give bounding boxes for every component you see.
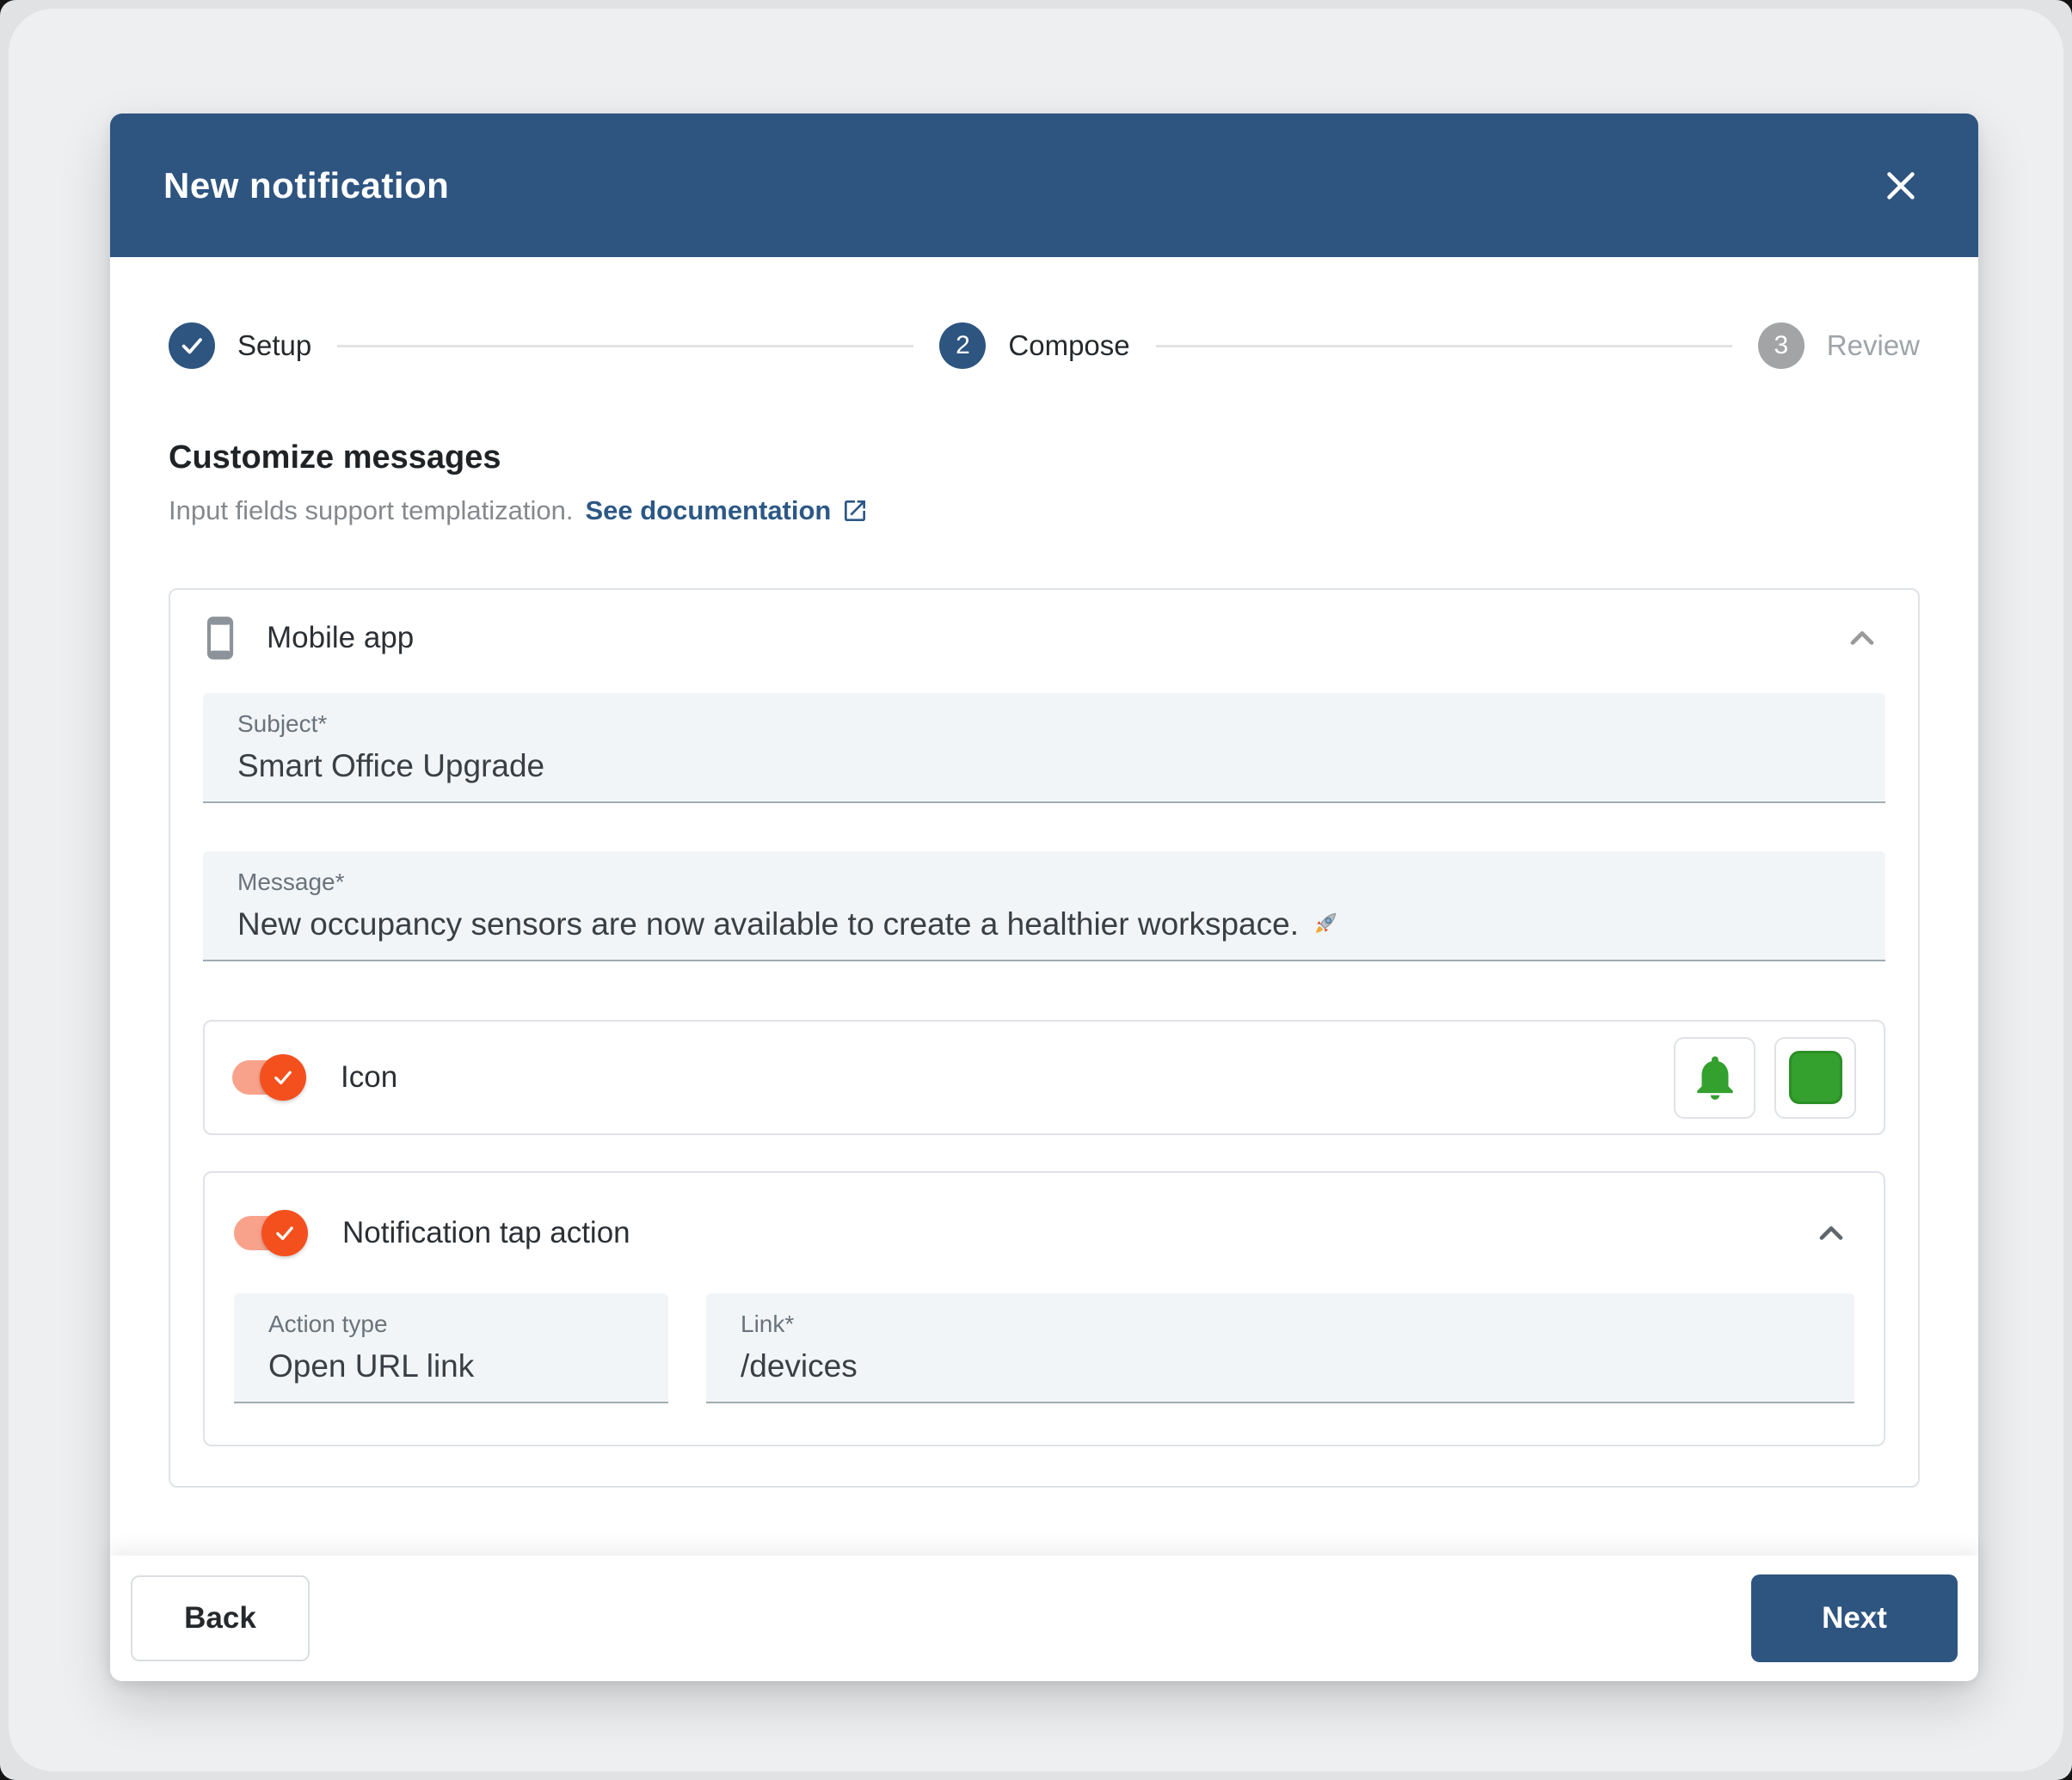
modal-header: New notification (110, 114, 1978, 257)
check-icon (181, 338, 202, 354)
chevron-up-icon (1819, 1226, 1843, 1240)
icon-row-label: Icon (341, 1060, 398, 1094)
smartphone-icon (206, 617, 234, 660)
step-setup[interactable]: Setup (169, 322, 311, 369)
message-label: Message* (237, 869, 345, 895)
stepper-connector (337, 344, 914, 347)
modal-title: New notification (163, 164, 450, 206)
chevron-up-icon (1850, 631, 1874, 645)
notification-icon-button[interactable] (1674, 1036, 1755, 1119)
mobile-app-card: Mobile app Subject* Smart Office Upgrade… (169, 588, 1920, 1488)
see-documentation-label: See documentation (585, 495, 832, 525)
message-value: New occupancy sensors are now available … (237, 906, 1885, 942)
tap-action-row: Notification tap action Action type Open… (203, 1171, 1885, 1446)
step-compose-label: Compose (1008, 329, 1130, 361)
desktop-background: New notification Setup 2 Compose 3 Revie… (0, 0, 2072, 1780)
bell-icon (1696, 1056, 1733, 1100)
stepper-connector (1155, 344, 1732, 347)
external-link-icon (845, 500, 866, 521)
step-review[interactable]: 3 Review (1757, 322, 1920, 369)
modal-body: Setup 2 Compose 3 Review Customize messa… (110, 322, 1978, 1488)
step-setup-label: Setup (237, 329, 312, 361)
step-review-circle: 3 (1757, 322, 1805, 369)
back-button[interactable]: Back (131, 1575, 310, 1661)
check-icon (276, 1226, 293, 1241)
app-surface: New notification Setup 2 Compose 3 Revie… (9, 9, 2063, 1771)
tap-action-header: Notification tap action (234, 1173, 1854, 1293)
subject-value: Smart Office Upgrade (237, 748, 545, 783)
step-compose-circle: 2 (939, 322, 987, 369)
section-subtitle: Input fields support templatization. See… (169, 495, 1920, 526)
tap-action-toggle-thumb (261, 1210, 308, 1256)
link-value: /devices (741, 1348, 858, 1384)
icon-toggle[interactable] (232, 1054, 306, 1101)
step-setup-circle (169, 322, 215, 369)
subtitle-text: Input fields support templatization. (169, 495, 574, 525)
rocket-emoji (1316, 912, 1337, 933)
stepper: Setup 2 Compose 3 Review (169, 322, 1920, 369)
message-field[interactable]: Message* New occupancy sensors are now a… (203, 851, 1885, 961)
action-type-label: Action type (268, 1310, 388, 1337)
subject-field[interactable]: Subject* Smart Office Upgrade (203, 693, 1885, 803)
see-documentation-link[interactable]: See documentation (585, 495, 869, 526)
link-field[interactable]: Link* /devices (706, 1293, 1854, 1403)
close-button[interactable] (1877, 162, 1925, 210)
check-icon (274, 1071, 292, 1085)
step-review-label: Review (1826, 329, 1920, 361)
mobile-app-title: Mobile app (267, 621, 415, 654)
color-swatch (1788, 1051, 1842, 1104)
close-icon (1887, 171, 1915, 199)
link-label: Link* (741, 1310, 795, 1337)
action-type-value: Open URL link (268, 1348, 475, 1384)
icon-option-row: Icon (203, 1020, 1885, 1135)
section-heading-block: Customize messages Input fields support … (169, 439, 1920, 526)
icon-color-button[interactable] (1774, 1036, 1856, 1119)
message-text: New occupancy sensors are now available … (237, 906, 1299, 942)
mobile-app-card-header: Mobile app (203, 590, 1885, 686)
subject-label: Subject* (237, 710, 328, 737)
action-type-select[interactable]: Action type Open URL link (234, 1293, 668, 1403)
new-notification-modal: New notification Setup 2 Compose 3 Revie… (110, 114, 1978, 1681)
tap-action-toggle[interactable] (234, 1210, 308, 1256)
icon-toggle-thumb (260, 1054, 306, 1101)
page-title: Customize messages (169, 439, 501, 476)
modal-footer: Back Next (110, 1556, 1978, 1681)
tap-action-fields: Action type Open URL link Link* /devices (234, 1293, 1854, 1403)
next-button[interactable]: Next (1751, 1574, 1958, 1662)
collapse-tap-action-button[interactable] (1808, 1210, 1854, 1256)
step-compose[interactable]: 2 Compose (939, 322, 1130, 369)
collapse-card-button[interactable] (1839, 615, 1885, 661)
tap-action-label: Notification tap action (342, 1216, 630, 1249)
